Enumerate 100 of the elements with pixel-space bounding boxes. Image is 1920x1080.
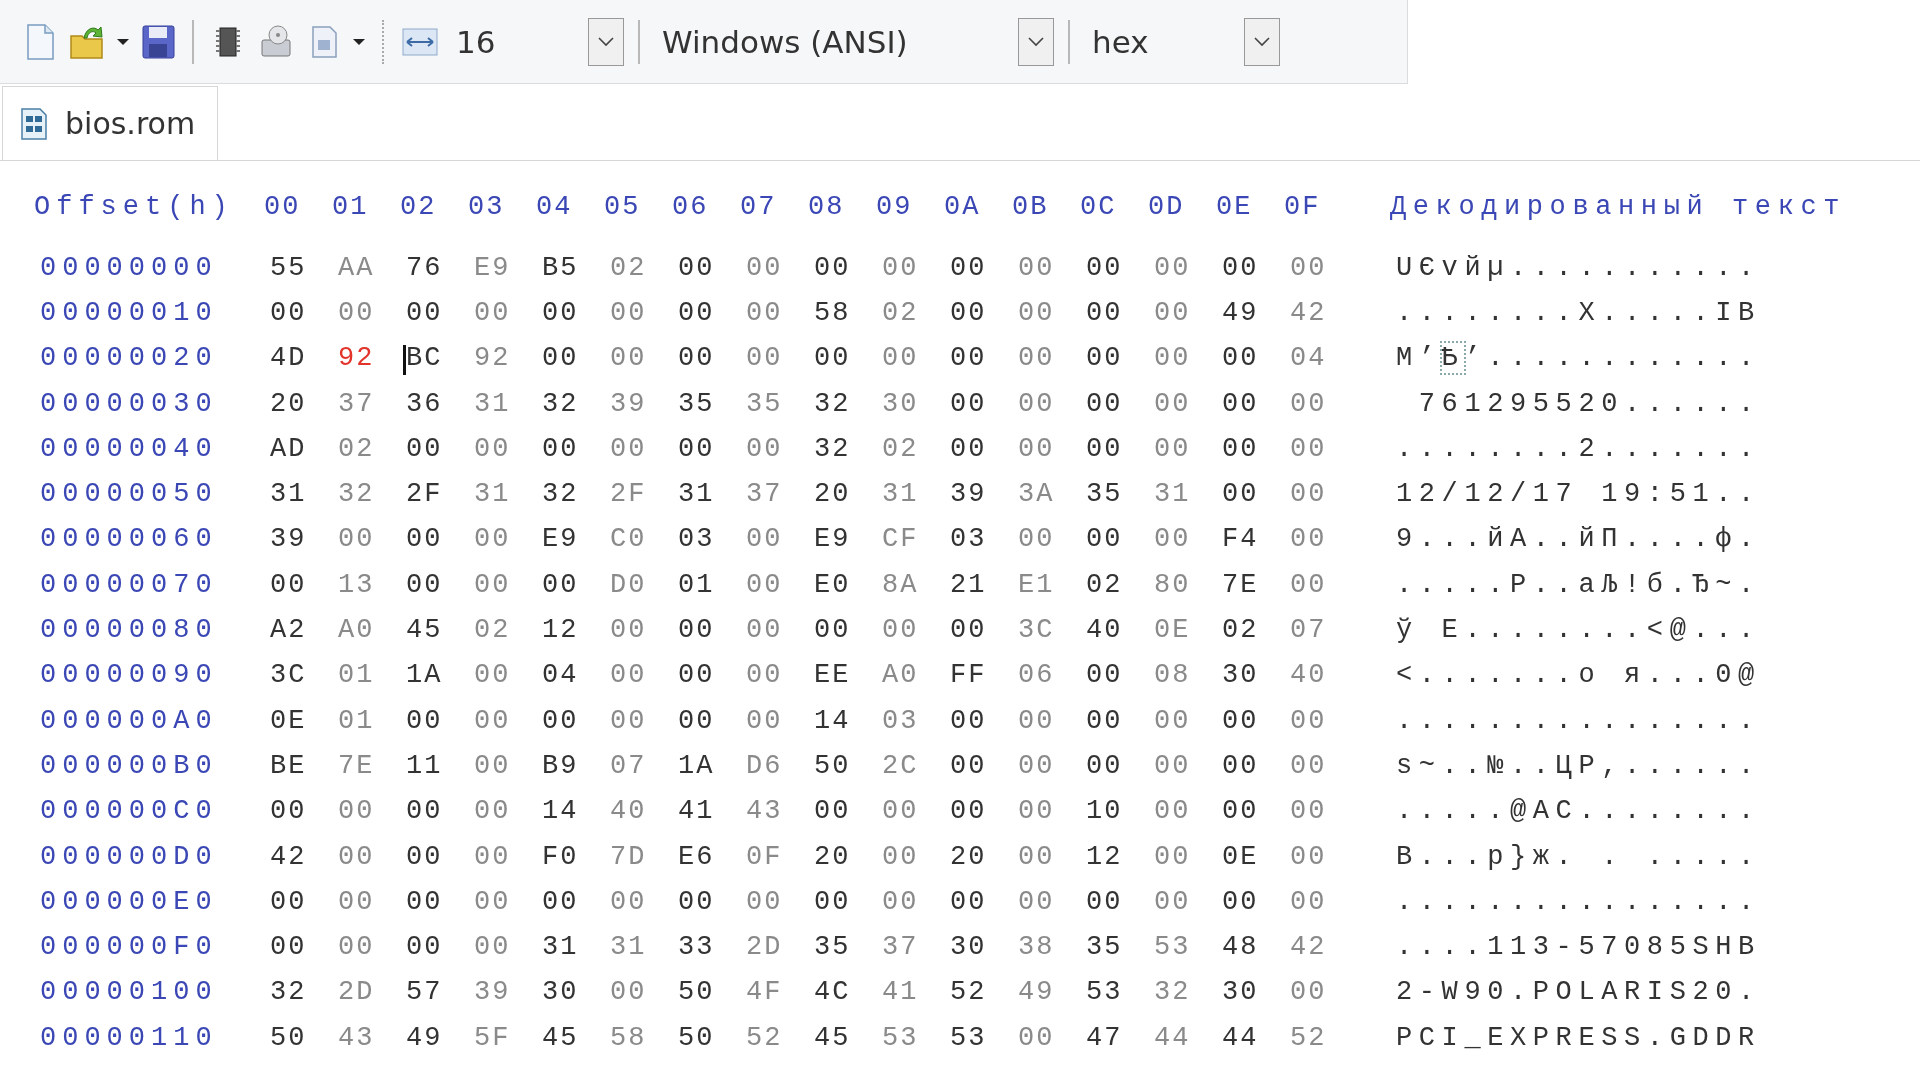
hex-byte-cell[interactable]: 00	[1086, 433, 1154, 464]
hex-byte-cell[interactable]: 48	[1222, 932, 1290, 963]
dropdown[interactable]: Windows (ANSI)	[654, 13, 1054, 70]
hex-byte-cell[interactable]: 00	[814, 252, 882, 283]
hex-byte-cell[interactable]: 00	[678, 705, 746, 736]
hex-byte-cell[interactable]: 00	[406, 569, 474, 600]
hex-byte-cell[interactable]: 02	[1086, 569, 1154, 600]
hex-byte-cell[interactable]: B5	[542, 252, 610, 283]
hex-byte-cell[interactable]: 00	[950, 750, 1018, 781]
hex-byte-cell[interactable]: 00	[678, 886, 746, 917]
hex-byte-cell[interactable]: 00	[270, 932, 338, 963]
hex-byte-cell[interactable]: 00	[1222, 705, 1290, 736]
hex-byte-cell[interactable]: 00	[950, 433, 1018, 464]
hex-byte-cell[interactable]: 50	[814, 750, 882, 781]
hex-byte-cell[interactable]: 50	[270, 1022, 338, 1053]
hex-byte-cell[interactable]: 00	[542, 886, 610, 917]
hex-byte-cell[interactable]: 45	[542, 1022, 610, 1053]
hex-byte-cell[interactable]: 0E	[270, 705, 338, 736]
chevron-down-icon[interactable]	[1018, 17, 1054, 66]
hex-byte-cell[interactable]: 00	[406, 705, 474, 736]
hex-byte-cell[interactable]: 00	[814, 615, 882, 645]
hex-byte-cell[interactable]: 35	[1086, 479, 1154, 510]
hex-byte-cell[interactable]: 00	[950, 615, 1018, 645]
hex-byte-cell[interactable]: 00	[1222, 886, 1290, 917]
hex-byte-cell[interactable]: 12	[542, 615, 610, 645]
hex-byte-cell[interactable]: 57	[406, 977, 474, 1008]
hex-byte-cell[interactable]: 00	[406, 932, 474, 963]
hex-byte-cell[interactable]: 44	[1222, 1022, 1290, 1053]
hex-byte-cell[interactable]: 00	[1086, 388, 1154, 419]
hex-byte-cell[interactable]: 00	[814, 343, 882, 374]
hex-byte-cell[interactable]: 1A	[406, 660, 474, 691]
hex-byte-cell[interactable]: 39	[270, 524, 338, 555]
hex-byte-cell[interactable]: 20	[814, 841, 882, 872]
hex-byte-cell[interactable]: 04	[542, 660, 610, 691]
hex-byte-cell[interactable]: 32	[814, 388, 882, 419]
hex-byte-cell[interactable]: 00	[678, 615, 746, 645]
hex-byte-cell[interactable]: 45	[406, 615, 474, 645]
hex-byte-cell[interactable]: 00	[1086, 750, 1154, 781]
hex-byte-cell[interactable]: BE	[270, 750, 338, 781]
hex-byte-cell[interactable]: 45	[814, 1022, 882, 1053]
hex-byte-cell[interactable]: 00	[814, 796, 882, 827]
hex-byte-cell[interactable]: 36	[406, 388, 474, 419]
hex-byte-cell[interactable]: 01	[678, 569, 746, 600]
hex-byte-cell[interactable]: 00	[950, 343, 1018, 374]
hex-byte-cell[interactable]: 33	[678, 932, 746, 963]
hex-byte-cell[interactable]: 30	[1222, 977, 1290, 1008]
hex-byte-cell[interactable]: 53	[1086, 977, 1154, 1008]
hex-byte-cell[interactable]: 00	[678, 297, 746, 328]
hex-byte-cell[interactable]: 00	[678, 433, 746, 464]
hex-byte-cell[interactable]: 00	[542, 433, 610, 464]
hex-byte-cell[interactable]: 00	[1222, 252, 1290, 283]
hex-byte-cell[interactable]: 00	[950, 388, 1018, 419]
dropdown[interactable]: 16	[448, 13, 624, 70]
hex-byte-cell[interactable]: 1A	[678, 750, 746, 781]
hex-byte-cell[interactable]: BC	[406, 343, 474, 374]
hex-byte-cell[interactable]: 35	[678, 388, 746, 419]
hex-byte-cell[interactable]: 76	[406, 252, 474, 283]
hex-byte-cell[interactable]: 50	[678, 1022, 746, 1053]
hex-byte-cell[interactable]: 49	[406, 1022, 474, 1053]
hex-byte-cell[interactable]: 00	[270, 886, 338, 917]
hex-byte-cell[interactable]: 31	[542, 932, 610, 963]
hex-byte-cell[interactable]: 30	[1222, 660, 1290, 691]
hex-byte-cell[interactable]: 20	[950, 841, 1018, 872]
hex-byte-cell[interactable]: 00	[950, 252, 1018, 283]
hex-byte-cell[interactable]: 00	[678, 343, 746, 374]
hex-byte-cell[interactable]: F4	[1222, 524, 1290, 555]
chevron-down-icon[interactable]	[1244, 17, 1280, 66]
hex-byte-cell[interactable]: A2	[270, 615, 338, 645]
hex-byte-cell[interactable]: 49	[1222, 297, 1290, 328]
hex-byte-cell[interactable]: 3C	[270, 660, 338, 691]
hex-byte-cell[interactable]: 47	[1086, 1022, 1154, 1053]
hex-byte-cell[interactable]: 00	[542, 569, 610, 600]
hex-byte-cell[interactable]: 00	[814, 886, 882, 917]
hex-byte-cell[interactable]: 55	[270, 252, 338, 283]
hex-byte-cell[interactable]: 00	[406, 433, 474, 464]
hex-byte-cell[interactable]: 50	[678, 977, 746, 1008]
hex-byte-cell[interactable]: EE	[814, 660, 882, 691]
hex-byte-cell[interactable]: 30	[950, 932, 1018, 963]
hex-byte-cell[interactable]: 32	[814, 433, 882, 464]
hex-byte-cell[interactable]: 52	[950, 977, 1018, 1008]
hex-byte-cell[interactable]: 20	[814, 479, 882, 510]
hex-byte-cell[interactable]: 00	[270, 297, 338, 328]
hex-byte-cell[interactable]: 10	[1086, 796, 1154, 827]
hex-byte-cell[interactable]: 11	[406, 750, 474, 781]
hex-byte-cell[interactable]: F0	[542, 841, 610, 872]
hex-byte-cell[interactable]: FF	[950, 660, 1018, 691]
hex-byte-cell[interactable]: 00	[542, 297, 610, 328]
hex-byte-cell[interactable]: 00	[678, 660, 746, 691]
hex-byte-cell[interactable]: 4C	[814, 977, 882, 1008]
hex-byte-cell[interactable]: 00	[1086, 705, 1154, 736]
hex-byte-cell[interactable]: 00	[270, 569, 338, 600]
hex-byte-cell[interactable]: 00	[542, 705, 610, 736]
hex-byte-cell[interactable]: 00	[406, 886, 474, 917]
hex-byte-cell[interactable]: 32	[270, 977, 338, 1008]
hex-byte-cell[interactable]: 14	[814, 705, 882, 736]
hex-byte-cell[interactable]: 00	[1222, 479, 1290, 510]
hex-byte-cell[interactable]: 00	[1222, 343, 1290, 374]
hex-byte-cell[interactable]: 53	[950, 1022, 1018, 1053]
hex-byte-cell[interactable]: 35	[1086, 932, 1154, 963]
hex-byte-cell[interactable]: 00	[1222, 750, 1290, 781]
